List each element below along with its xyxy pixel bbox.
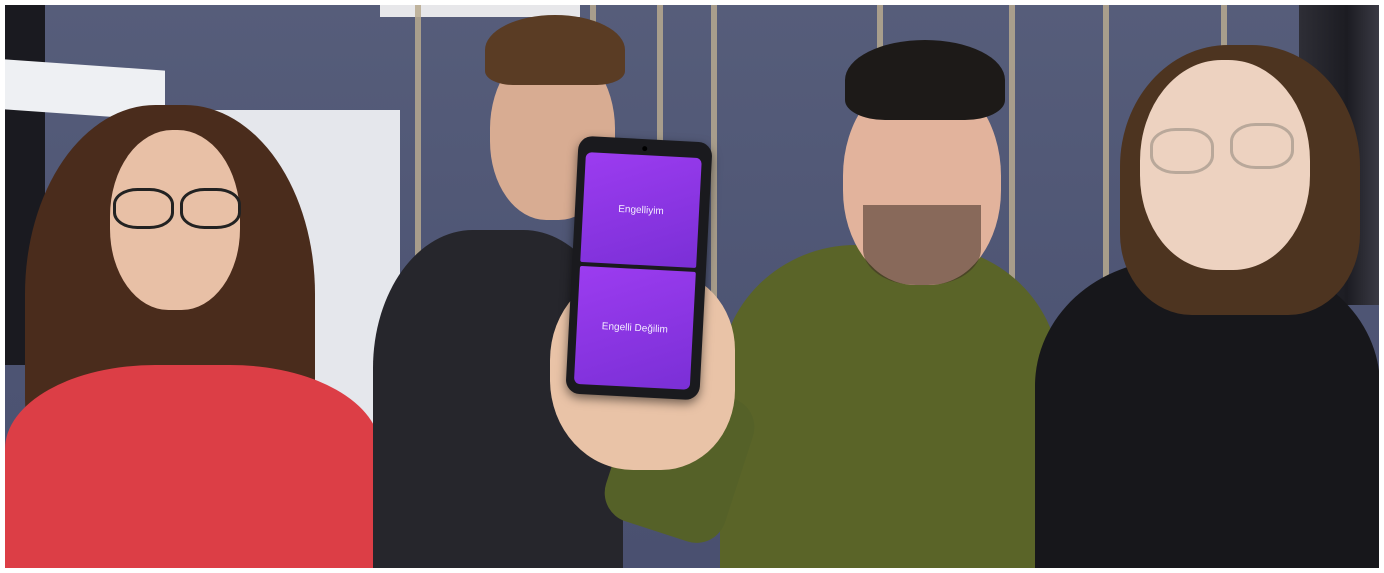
engelliyim-label: Engelliyim — [617, 203, 665, 217]
glasses-icon — [1150, 128, 1214, 174]
engelli-degilim-button[interactable]: Engelli Değilim — [573, 265, 696, 390]
engelliyim-button[interactable]: Engelliyim — [580, 152, 702, 268]
smartphone: Engelliyim Engelli Değilim — [565, 135, 713, 401]
glasses-icon — [180, 188, 241, 229]
beard — [863, 205, 981, 285]
dark-hair — [845, 40, 1005, 120]
short-hair — [485, 15, 625, 85]
glasses-icon — [1230, 123, 1294, 169]
red-sweater — [5, 365, 380, 568]
olive-shirt — [720, 245, 1060, 568]
glasses-icon — [113, 188, 174, 229]
engelli-degilim-label: Engelli Değilim — [601, 320, 669, 336]
photo-frame: Engelliyim Engelli Değilim — [5, 5, 1379, 568]
wall-stripe — [711, 5, 717, 325]
